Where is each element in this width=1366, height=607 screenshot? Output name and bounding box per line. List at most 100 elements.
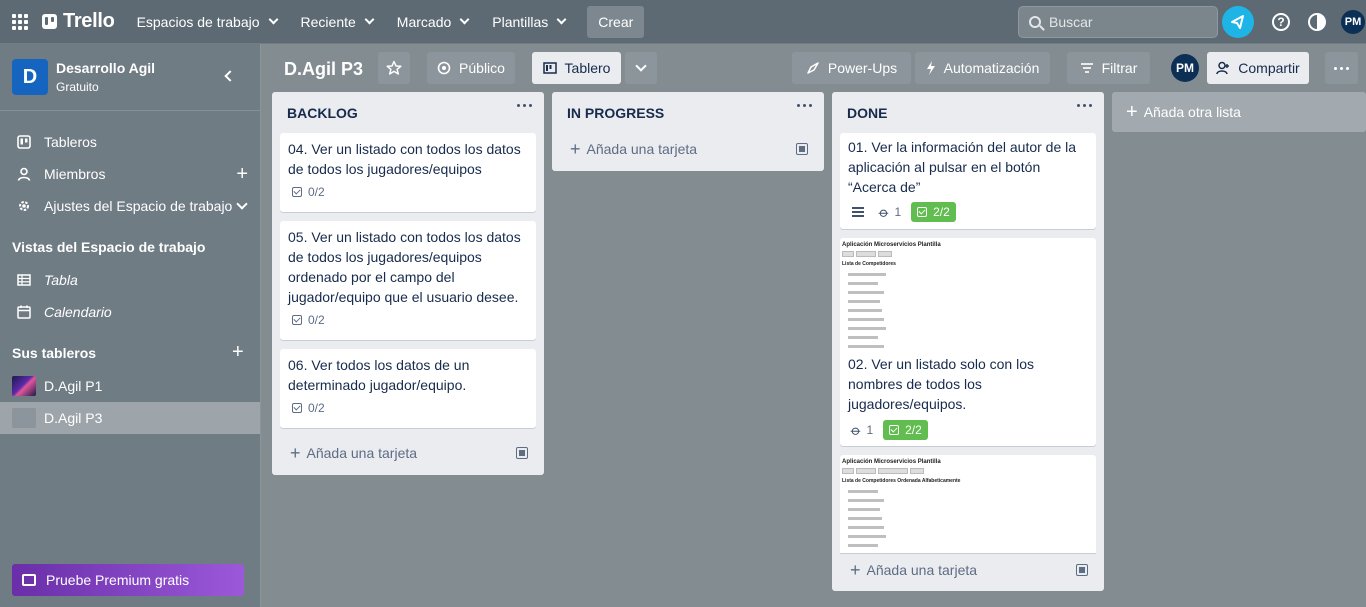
search-icon xyxy=(1029,16,1041,28)
board-member-avatar[interactable]: PM xyxy=(1171,54,1199,82)
card[interactable]: 06. Ver todos los datos de un determinad… xyxy=(280,349,536,428)
plus-icon: + xyxy=(570,139,581,159)
list-title[interactable]: IN PROGRESS xyxy=(567,105,664,121)
list-done: DONE 01. Ver la información del autor de… xyxy=(832,92,1104,591)
share-button[interactable]: Compartir xyxy=(1207,52,1309,84)
card-badges: ⌀ 1 2/2 xyxy=(840,414,1096,446)
views-heading: Vistas del Espacio de trabajo xyxy=(12,239,206,255)
nav-recent[interactable]: Reciente xyxy=(289,6,385,38)
checklist-count: 0/2 xyxy=(308,401,325,415)
cover-subtitle: Lista de Competidores Ordenada Alfabetic… xyxy=(842,478,961,484)
board-menu-button[interactable] xyxy=(1325,52,1358,84)
visibility-button[interactable]: Público xyxy=(427,52,515,84)
nav-templates[interactable]: Plantillas xyxy=(480,6,577,38)
card-template-icon[interactable] xyxy=(1076,564,1088,576)
cover-subtitle: Lista de Competidores xyxy=(842,261,896,267)
card-badges: 0/2 xyxy=(280,395,536,423)
workspace-name: Desarrollo Agil xyxy=(56,60,156,76)
sidebar-board-p1[interactable]: D.Agil P1 xyxy=(0,370,260,402)
card-title: 02. Ver un listado solo con los nombres … xyxy=(848,356,1035,412)
chevron-down-icon xyxy=(364,14,375,25)
notifications-button[interactable] xyxy=(1222,6,1254,38)
board-header: D.Agil P3 Público Tablero Power-Ups Auto… xyxy=(261,44,1366,92)
sidebar-item-settings[interactable]: Ajustes del Espacio de trabajo xyxy=(0,190,260,222)
trello-logo[interactable]: Trello xyxy=(42,10,115,33)
card-cover-image: Aplicación Microservicios Plantilla List… xyxy=(840,238,1096,348)
list-menu-icon[interactable] xyxy=(517,104,532,107)
card[interactable]: 01. Ver la información del autor de la a… xyxy=(840,133,1096,229)
checklist-complete-badge: 2/2 xyxy=(911,202,956,222)
collapse-sidebar-icon[interactable] xyxy=(224,70,236,82)
premium-trial-button[interactable]: Pruebe Premium gratis xyxy=(12,564,244,596)
app-switcher-icon[interactable] xyxy=(10,12,30,32)
add-person-icon xyxy=(1216,61,1230,75)
add-card-button[interactable]: + Añada una tarjeta xyxy=(840,556,1096,584)
sidebar-item-table-view[interactable]: Tabla xyxy=(0,264,260,296)
search-input[interactable] xyxy=(1049,14,1199,30)
megaphone-icon xyxy=(1231,15,1244,29)
user-avatar[interactable]: PM xyxy=(1341,10,1365,34)
create-button[interactable]: Crear xyxy=(587,5,645,38)
checklist-icon xyxy=(292,403,302,413)
person-icon xyxy=(16,166,32,182)
card[interactable]: Aplicación Microservicios Plantilla List… xyxy=(840,455,1096,553)
sidebar: D Desarrollo Agil Gratuito Tableros Miem… xyxy=(0,44,261,607)
description-icon xyxy=(852,207,864,217)
sidebar-item-members[interactable]: Miembros + xyxy=(0,158,260,190)
card[interactable]: 05. Ver un listado con todos los datos d… xyxy=(280,221,536,340)
checklist-icon xyxy=(889,425,900,435)
filter-icon xyxy=(1080,62,1094,74)
nav-starred[interactable]: Marcado xyxy=(385,6,480,38)
gear-icon xyxy=(16,198,32,214)
help-icon[interactable]: ? xyxy=(1272,13,1290,31)
calendar-icon xyxy=(16,304,32,320)
star-button[interactable] xyxy=(378,52,410,84)
search-box[interactable] xyxy=(1018,6,1218,38)
list-backlog: BACKLOG 04. Ver un listado con todos los… xyxy=(272,92,544,475)
card-template-icon[interactable] xyxy=(796,143,808,155)
globe-icon xyxy=(437,61,451,75)
plus-icon: + xyxy=(850,560,861,580)
card-badges: 0/2 xyxy=(280,179,536,207)
sidebar-item-boards[interactable]: Tableros xyxy=(0,126,260,158)
add-list-button[interactable]: + Añada otra lista xyxy=(1112,92,1366,132)
add-card-button[interactable]: + Añada una tarjeta xyxy=(280,439,536,467)
sidebar-board-p3[interactable]: D.Agil P3 xyxy=(0,402,260,434)
checklist-complete-badge: 2/2 xyxy=(883,420,928,440)
card-template-icon[interactable] xyxy=(516,447,528,459)
attachment-count: 1 xyxy=(866,423,874,437)
workspace-header: D Desarrollo Agil Gratuito xyxy=(0,44,260,111)
board-view-button[interactable]: Tablero xyxy=(532,52,621,84)
cover-title: Aplicación Microservicios Plantilla xyxy=(842,459,941,465)
view-switcher-button[interactable] xyxy=(625,52,657,84)
briefcase-icon xyxy=(22,574,36,586)
powerups-button[interactable]: Power-Ups xyxy=(792,52,911,84)
cover-title: Aplicación Microservicios Plantilla xyxy=(842,242,941,248)
list-menu-icon[interactable] xyxy=(1077,104,1092,107)
chevron-down-icon xyxy=(556,14,567,25)
boards-icon xyxy=(16,134,32,150)
plus-icon: + xyxy=(1126,101,1138,123)
card-badges: 0/2 xyxy=(280,307,536,335)
board-title[interactable]: D.Agil P3 xyxy=(284,59,363,80)
your-boards-heading: Sus tableros + xyxy=(12,341,244,363)
list-menu-icon[interactable] xyxy=(797,104,812,107)
automation-button[interactable]: Automatización xyxy=(915,52,1050,84)
plus-icon: + xyxy=(290,443,301,463)
sidebar-item-calendar-view[interactable]: Calendario xyxy=(0,296,260,328)
card[interactable]: 04. Ver un listado con todos los datos d… xyxy=(280,133,536,212)
add-board-icon[interactable]: + xyxy=(232,341,244,364)
table-icon xyxy=(16,272,32,288)
list-title[interactable]: DONE xyxy=(847,105,887,121)
card-title: 06. Ver todos los datos de un determinad… xyxy=(288,357,470,393)
add-member-icon[interactable]: + xyxy=(236,163,248,186)
theme-icon[interactable] xyxy=(1308,13,1326,31)
card[interactable]: Aplicación Microservicios Plantilla List… xyxy=(840,238,1096,446)
star-icon xyxy=(386,60,402,75)
board-thumbnail xyxy=(12,376,36,396)
add-card-button[interactable]: + Añada una tarjeta xyxy=(560,135,816,163)
card-title: 05. Ver un listado con todos los datos d… xyxy=(288,229,521,305)
list-title[interactable]: BACKLOG xyxy=(287,105,358,121)
filter-button[interactable]: Filtrar xyxy=(1067,52,1150,84)
nav-workspaces[interactable]: Espacios de trabajo xyxy=(125,6,289,38)
